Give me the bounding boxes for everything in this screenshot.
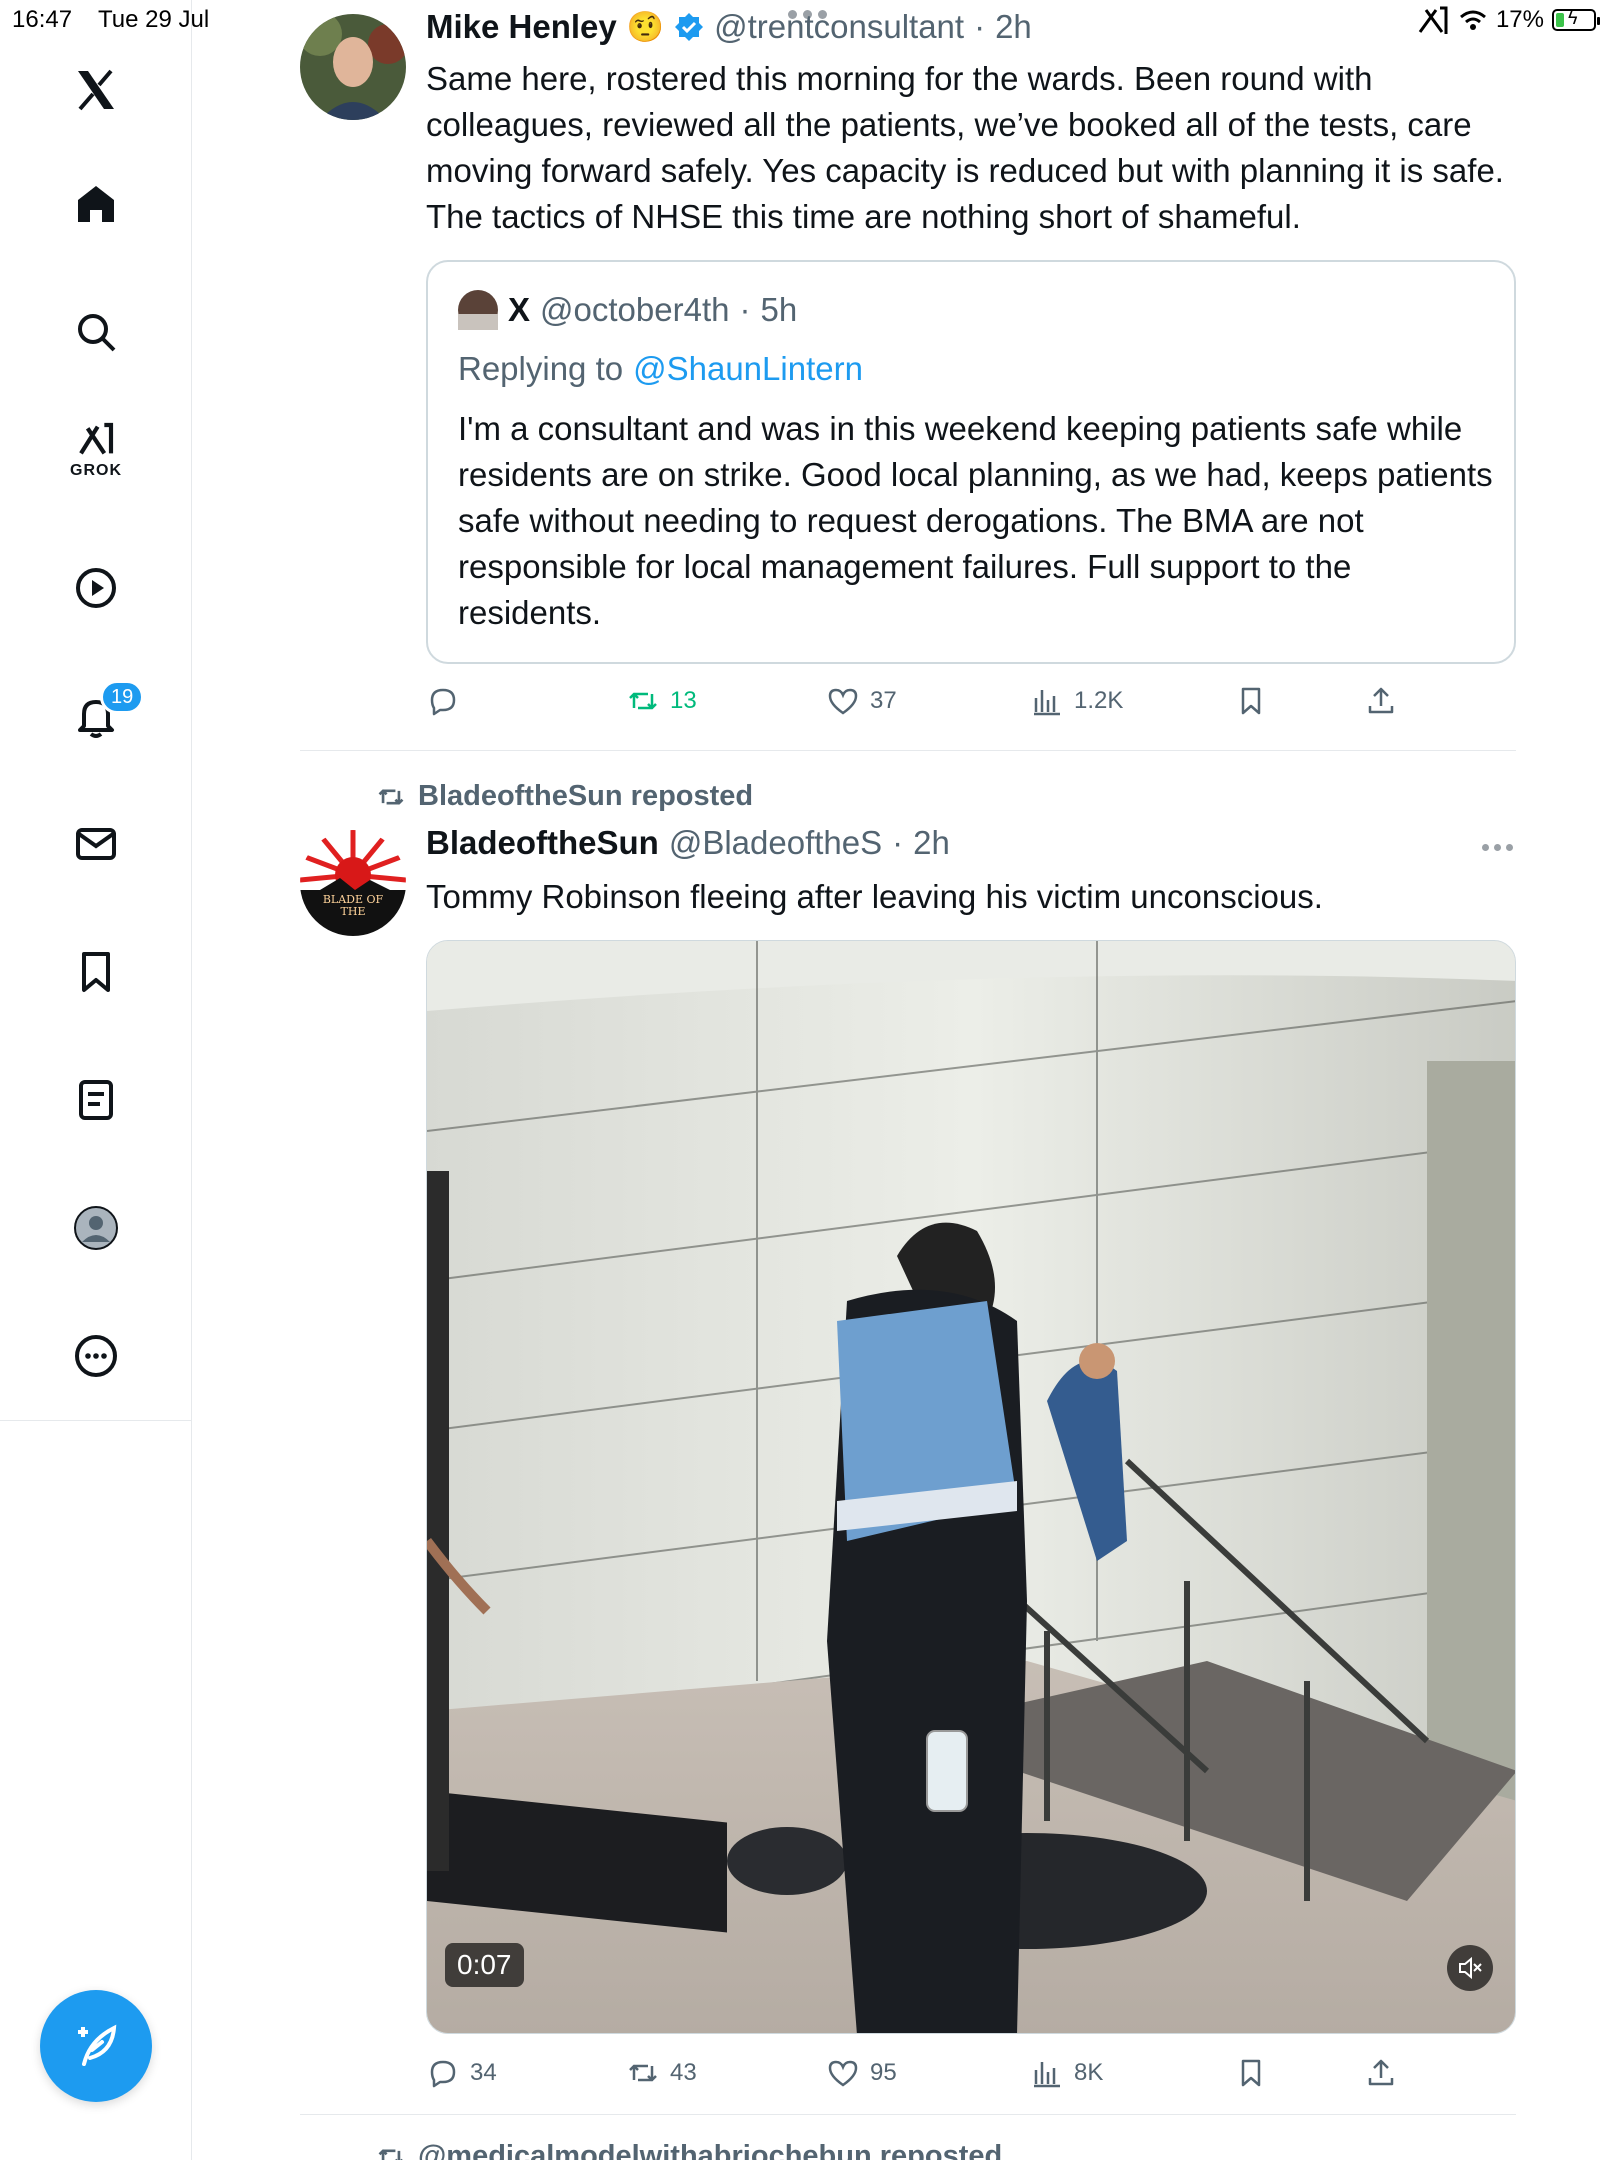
mute-button[interactable]	[1447, 1945, 1493, 1991]
compose-post-button[interactable]	[40, 1990, 152, 2102]
grok-label: GROK	[70, 462, 122, 479]
reply-button[interactable]: 34	[426, 2056, 497, 2090]
video-icon[interactable]	[60, 552, 132, 624]
grok-icon[interactable]: GROK	[60, 412, 132, 484]
views-count: 1.2K	[1074, 687, 1124, 714]
quote-text: I'm a consultant and was in this weekend…	[458, 410, 1493, 631]
handle[interactable]: @BladeoftheS	[669, 824, 882, 862]
grok-status-icon	[1418, 6, 1448, 34]
sidebar-divider	[0, 1420, 192, 1421]
handle[interactable]: @trentconsultant	[714, 8, 964, 46]
muted-speaker-icon	[1459, 1956, 1482, 1980]
lists-icon[interactable]	[60, 1064, 132, 1136]
notifications-icon[interactable]: 19	[60, 680, 145, 752]
share-button[interactable]	[1364, 2056, 1398, 2090]
bookmark-button[interactable]	[1234, 684, 1268, 718]
tweet-text: Same here, rostered this morning for the…	[426, 60, 1504, 235]
retweet-count: 43	[670, 2059, 697, 2086]
next-repost-label[interactable]: @medicalmodelwithabriochebun reposted	[418, 2140, 1002, 2160]
x-logo-icon[interactable]	[60, 54, 132, 126]
search-icon[interactable]	[60, 296, 132, 368]
reply-count: 34	[470, 2059, 497, 2086]
quoted-tweet[interactable]: X @october4th · 5h Replying to @ShaunLin…	[426, 260, 1516, 664]
battery-percent: 17%	[1495, 6, 1544, 33]
quote-display-name[interactable]: X	[508, 291, 530, 329]
views-icon	[1034, 690, 1060, 716]
status-right: 17% ϟ	[1416, 4, 1600, 36]
avatar-text: BLADE OF THE	[322, 893, 384, 918]
bookmark-button[interactable]	[1234, 2056, 1268, 2090]
bookmark-icon	[1241, 687, 1261, 715]
views-icon	[1034, 2062, 1060, 2088]
verified-badge-icon	[675, 13, 704, 41]
video-frame	[427, 941, 1515, 2033]
like-count: 95	[870, 2059, 897, 2086]
like-count: 37	[870, 687, 897, 714]
tweet-text: Tommy Robinson fleeing after leaving his…	[426, 878, 1323, 915]
reply-button[interactable]	[426, 684, 470, 718]
separator-dot: ·	[892, 824, 904, 861]
video-duration-text: 0:07	[457, 1949, 512, 1980]
repost-label[interactable]: BladeoftheSun reposted	[418, 780, 753, 813]
views-button[interactable]: 1.2K	[1030, 684, 1123, 718]
reply-icon	[430, 688, 456, 716]
replying-to-handle[interactable]: @ShaunLintern	[633, 350, 863, 388]
like-button[interactable]: 95	[826, 2056, 897, 2090]
emoji-raised-eyebrow: 🤨	[626, 10, 665, 44]
tweet-separator	[300, 750, 1516, 751]
retweet-button[interactable]: 13	[626, 684, 697, 718]
quote-handle[interactable]: @october4th	[540, 291, 729, 329]
sidebar: GROK 19	[0, 0, 192, 2160]
messages-icon[interactable]	[60, 808, 132, 880]
tweet-header: BladeoftheSun @BladeoftheS · 2h	[426, 824, 950, 862]
retweet-icon	[629, 692, 657, 710]
next-repost-label-row: @medicalmodelwithabriochebun reposted	[374, 2140, 1002, 2160]
like-button[interactable]: 37	[826, 684, 897, 718]
retweet-icon	[378, 789, 404, 804]
quote-separator-dot: ·	[739, 291, 751, 328]
bookmarks-icon[interactable]	[60, 936, 132, 1008]
quote-avatar[interactable]	[458, 290, 498, 330]
replying-to-prefix: Replying to	[458, 350, 624, 387]
separator-dot: ·	[974, 8, 986, 45]
quote-timestamp: 5h	[760, 291, 798, 328]
retweet-icon	[629, 2064, 657, 2082]
avatar[interactable]	[300, 14, 406, 120]
retweet-button[interactable]: 43	[626, 2056, 697, 2090]
heart-icon	[828, 2060, 858, 2087]
more-icon[interactable]	[60, 1320, 132, 1392]
share-icon	[1368, 2059, 1394, 2086]
video-player[interactable]: 0:07	[426, 940, 1516, 2034]
share-icon	[1368, 687, 1394, 714]
heart-icon	[828, 688, 858, 715]
views-count: 8K	[1074, 2059, 1104, 2086]
repost-label-row: BladeoftheSun reposted	[374, 780, 753, 813]
share-button[interactable]	[1364, 684, 1398, 718]
retweet-icon	[378, 2149, 404, 2160]
display-name[interactable]: BladeoftheSun	[426, 824, 659, 862]
quote-header: X @october4th · 5h	[458, 290, 797, 330]
notifications-badge: 19	[100, 680, 145, 714]
timestamp[interactable]: 2h	[995, 8, 1032, 46]
tweet-header: Mike Henley 🤨 @trentconsultant · 2h	[426, 8, 1032, 46]
more-options-icon[interactable]	[1482, 844, 1513, 851]
wifi-icon	[1459, 10, 1486, 30]
bookmark-icon	[1241, 2059, 1261, 2087]
avatar[interactable]: BLADE OF THE	[300, 830, 406, 936]
battery-icon: ϟ	[1552, 8, 1600, 31]
tweet-separator	[300, 2114, 1516, 2115]
reply-icon	[430, 2060, 456, 2088]
home-icon[interactable]	[60, 168, 132, 240]
display-name[interactable]: Mike Henley	[426, 8, 617, 46]
retweet-count: 13	[670, 687, 697, 714]
replying-to: Replying to @ShaunLintern	[458, 350, 863, 388]
video-duration: 0:07	[445, 1943, 524, 1987]
profile-icon[interactable]	[60, 1192, 132, 1264]
views-button[interactable]: 8K	[1030, 2056, 1103, 2090]
timestamp[interactable]: 2h	[913, 824, 950, 862]
